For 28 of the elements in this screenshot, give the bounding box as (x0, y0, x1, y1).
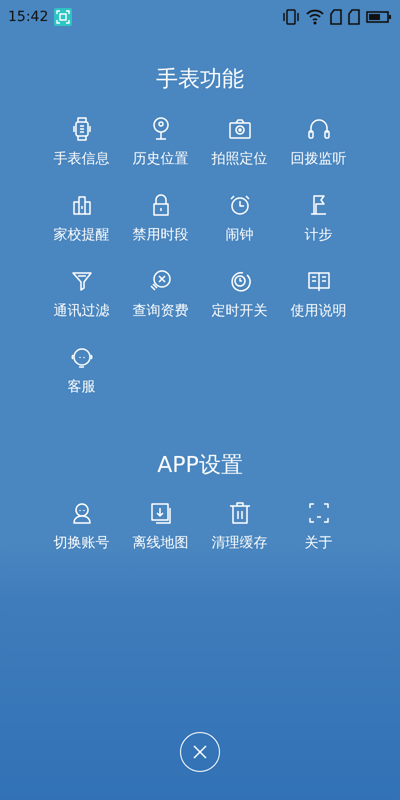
menu-item[interactable]: 通讯过滤 (42, 268, 121, 320)
battery-icon (366, 10, 392, 24)
section-title: 手表功能 (156, 66, 244, 94)
menu-item[interactable]: 定时开关 (200, 268, 279, 320)
menu-item[interactable]: 计步 (279, 192, 358, 244)
menu-item[interactable]: 禁用时段 (121, 192, 200, 244)
menu-item[interactable]: 使用说明 (279, 268, 358, 320)
menu-item[interactable]: 拍照定位 (200, 116, 279, 168)
section-title: APP设置 (157, 452, 243, 480)
menu-item[interactable]: 查询资费 (121, 268, 200, 320)
screenshot-icon (54, 8, 72, 26)
sim-icon (348, 9, 360, 25)
menu-item[interactable]: 清理缓存 (200, 500, 279, 552)
vibrate-icon (282, 9, 300, 25)
menu-item[interactable]: 手表信息 (42, 116, 121, 168)
menu-item[interactable]: 历史位置 (121, 116, 200, 168)
menu-item[interactable]: 切换账号 (42, 500, 121, 552)
status-time: 15:42 (8, 9, 48, 25)
menu-item[interactable]: 家校提醒 (42, 192, 121, 244)
wifi-icon (306, 9, 324, 25)
close-icon (193, 745, 207, 759)
menu-item[interactable]: 闹钟 (200, 192, 279, 244)
close-button[interactable] (180, 732, 220, 772)
sim-icon (330, 9, 342, 25)
menu-item[interactable]: 客服 (42, 344, 121, 396)
menu-item[interactable]: 离线地图 (121, 500, 200, 552)
menu-item[interactable]: 关于 (279, 500, 358, 552)
menu-item[interactable]: 回拨监听 (279, 116, 358, 168)
